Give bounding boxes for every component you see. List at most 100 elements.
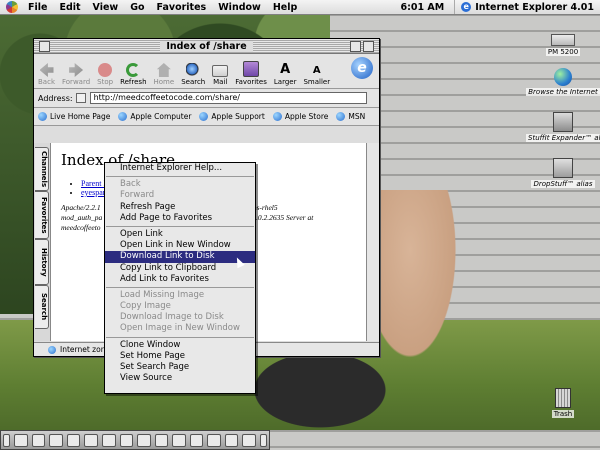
monitor-control-icon[interactable] bbox=[224, 433, 239, 447]
menu-item-set-home-page[interactable]: Set Home Page bbox=[105, 351, 255, 362]
mail-label: Mail bbox=[213, 78, 228, 86]
window-title-bar[interactable]: Index of /share bbox=[34, 39, 379, 54]
menu-item-open-image-new-window[interactable]: Open Image in New Window bbox=[105, 323, 255, 334]
window-title: Index of /share bbox=[160, 40, 253, 52]
globe-icon bbox=[336, 112, 346, 121]
refresh-icon bbox=[126, 63, 141, 77]
favorites-button[interactable]: Favorites bbox=[235, 61, 267, 86]
menu-item-back[interactable]: Back bbox=[105, 179, 255, 190]
refresh-button[interactable]: Refresh bbox=[120, 63, 147, 86]
menu-clock[interactable]: 6:01 AM bbox=[400, 2, 454, 13]
link-msn[interactable]: MSN bbox=[336, 112, 365, 121]
application-menu[interactable]: e Internet Explorer 4.01 bbox=[454, 0, 600, 14]
printer-control-icon[interactable] bbox=[119, 433, 134, 447]
signature-line-2: mod_auth_pa bbox=[61, 213, 103, 222]
explorer-bar-tabs: Channels Favorites History Search bbox=[34, 143, 51, 341]
menu-bar: File Edit View Go Favorites Window Help … bbox=[0, 0, 600, 15]
menu-item-add-page-to-favorites[interactable]: Add Page to Favorites bbox=[105, 213, 255, 224]
tab-search[interactable]: Search bbox=[35, 285, 49, 329]
back-button[interactable]: Back bbox=[38, 63, 55, 86]
address-input[interactable]: http://meedcoffeetocode.com/share/ bbox=[89, 92, 367, 104]
file-sharing-control-icon[interactable] bbox=[66, 433, 81, 447]
menu-item-copy-link-to-clipboard[interactable]: Copy Link to Clipboard bbox=[105, 263, 255, 274]
desktop-icon-dropstuff[interactable]: DropStuff™ alias bbox=[526, 158, 600, 188]
address-dropdown-icon[interactable] bbox=[75, 93, 86, 103]
home-button[interactable]: Home bbox=[154, 63, 174, 86]
link-live-home-page[interactable]: Live Home Page bbox=[38, 112, 110, 121]
remote-access-control-icon[interactable] bbox=[137, 433, 151, 447]
monitor-depth-control-icon[interactable] bbox=[84, 433, 98, 447]
menu-item-open-link[interactable]: Open Link bbox=[105, 229, 255, 240]
globe-icon bbox=[199, 112, 209, 121]
stop-button[interactable]: Stop bbox=[97, 63, 113, 86]
vertical-scrollbar[interactable] bbox=[366, 143, 379, 341]
menu-item-open-link-new-window[interactable]: Open Link in New Window bbox=[105, 240, 255, 251]
links-bar: Live Home Page Apple Computer Apple Supp… bbox=[34, 108, 379, 126]
zoom-box-icon[interactable] bbox=[350, 41, 361, 52]
ie-logo-icon: e bbox=[351, 57, 373, 79]
desktop-icon-stuffit-expander[interactable]: StuffIt Expander™ alias bbox=[526, 112, 600, 142]
link-apple-store[interactable]: Apple Store bbox=[272, 112, 328, 121]
address-bar: Address: http://meedcoffeetocode.com/sha… bbox=[34, 89, 379, 108]
sound-volume-control-icon[interactable] bbox=[154, 433, 169, 447]
keychain-control-icon[interactable] bbox=[207, 433, 221, 447]
menu-window[interactable]: Window bbox=[212, 2, 267, 13]
refresh-label: Refresh bbox=[120, 78, 147, 86]
desktop-icon-hard-drive[interactable]: PM 5200 bbox=[526, 28, 600, 56]
signature-tail-2: 5.0.2.2635 Server at bbox=[252, 213, 314, 222]
control-strip-end-tab-icon[interactable] bbox=[259, 433, 268, 447]
link-apple-computer[interactable]: Apple Computer bbox=[118, 112, 191, 121]
appletalk-control-icon[interactable] bbox=[14, 433, 28, 447]
monitor-resolution-control-icon[interactable] bbox=[101, 433, 116, 447]
ie-app-icon: e bbox=[461, 2, 472, 12]
menu-item-add-link-to-favorites[interactable]: Add Link to Favorites bbox=[105, 274, 255, 285]
tab-channels[interactable]: Channels bbox=[35, 147, 49, 191]
control-strip-tab-icon[interactable] bbox=[3, 433, 11, 447]
menu-favorites[interactable]: Favorites bbox=[151, 2, 213, 13]
speaker-control-icon[interactable] bbox=[242, 433, 256, 447]
larger-button[interactable]: A Larger bbox=[273, 63, 297, 87]
forward-button[interactable]: Forward bbox=[62, 63, 90, 86]
desktop-icon-trash[interactable]: Trash bbox=[526, 388, 600, 418]
menu-file[interactable]: File bbox=[22, 2, 53, 13]
link-label: Apple Support bbox=[211, 112, 265, 121]
menu-item-download-image-to-disk[interactable]: Download Image to Disk bbox=[105, 312, 255, 323]
menu-view[interactable]: View bbox=[87, 2, 125, 13]
menu-help[interactable]: Help bbox=[267, 2, 303, 13]
menu-go[interactable]: Go bbox=[124, 2, 150, 13]
tab-favorites[interactable]: Favorites bbox=[35, 191, 49, 239]
globe-icon bbox=[554, 68, 572, 86]
collapse-box-icon[interactable] bbox=[363, 41, 374, 52]
smaller-label: Smaller bbox=[303, 78, 331, 86]
cd-control-icon[interactable] bbox=[49, 433, 63, 447]
menu-item-set-search-page[interactable]: Set Search Page bbox=[105, 362, 255, 373]
menu-edit[interactable]: Edit bbox=[53, 2, 86, 13]
mail-button[interactable]: Mail bbox=[212, 62, 229, 86]
menu-item-load-missing-image[interactable]: Load Missing Image bbox=[105, 290, 255, 301]
apple-menu-icon[interactable] bbox=[6, 1, 18, 13]
menu-item-clone-window[interactable]: Clone Window bbox=[105, 340, 255, 351]
menu-item-forward[interactable]: Forward bbox=[105, 190, 255, 201]
link-label: Apple Computer bbox=[130, 112, 192, 121]
menu-separator bbox=[105, 224, 255, 229]
menu-item-copy-image[interactable]: Copy Image bbox=[105, 301, 255, 312]
larger-label: Larger bbox=[273, 78, 297, 86]
tab-history[interactable]: History bbox=[35, 239, 49, 285]
menu-item-download-link-to-disk[interactable]: Download Link to Disk bbox=[105, 251, 255, 263]
sleep-control-icon[interactable] bbox=[172, 433, 186, 447]
link-label: MSN bbox=[348, 112, 366, 121]
desktop-icon-browse-internet[interactable]: Browse the Internet bbox=[526, 68, 600, 96]
menu-item-refresh-page[interactable]: Refresh Page bbox=[105, 202, 255, 213]
desktop-icon-label: DropStuff™ alias bbox=[531, 180, 595, 188]
close-box-icon[interactable] bbox=[39, 41, 50, 52]
menu-separator bbox=[105, 174, 255, 179]
menu-item-ie-help[interactable]: Internet Explorer Help... bbox=[105, 163, 255, 174]
battery-control-icon[interactable] bbox=[31, 433, 46, 447]
link-apple-support[interactable]: Apple Support bbox=[199, 112, 265, 121]
search-button[interactable]: Search bbox=[181, 63, 205, 86]
menu-item-view-source[interactable]: View Source bbox=[105, 373, 255, 384]
signature-line-3: meedcoffeeto bbox=[61, 223, 101, 232]
location-control-icon[interactable] bbox=[189, 433, 204, 447]
smaller-button[interactable]: A Smaller bbox=[303, 63, 330, 86]
stuffit-expander-icon bbox=[553, 112, 573, 132]
